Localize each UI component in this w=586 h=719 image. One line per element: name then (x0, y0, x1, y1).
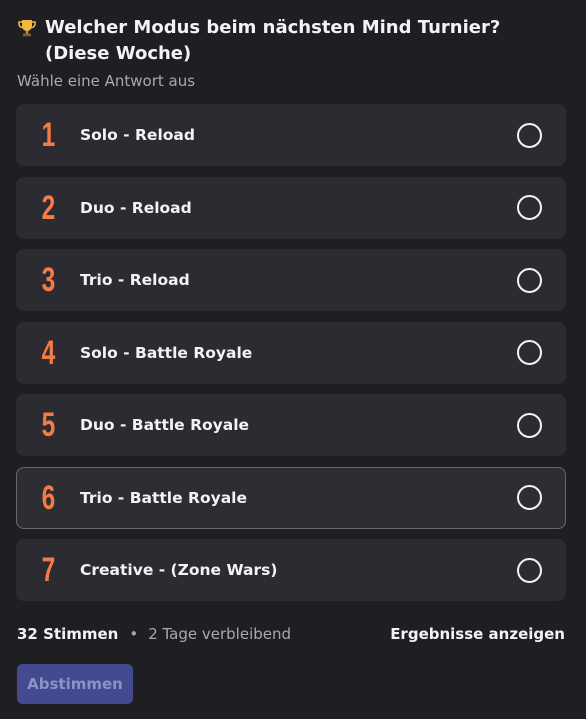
answer-number: 3 (41, 261, 56, 299)
answer-number: 2 (41, 188, 56, 227)
answer-option-5[interactable]: 5 Duo - Battle Royale (16, 394, 566, 456)
poll-question-text: Welcher Modus beim nächsten Mind Turnier… (45, 17, 501, 64)
radio-button[interactable] (517, 557, 542, 583)
poll-container: Welcher Modus beim nächsten Mind Turnier… (0, 0, 586, 719)
radio-button[interactable] (517, 267, 542, 293)
separator-dot: • (129, 625, 139, 643)
answer-number: 6 (41, 478, 56, 517)
radio-button[interactable] (517, 485, 542, 510)
time-remaining: 2 Tage verbleibend (148, 625, 292, 643)
poll-footer: 32 Stimmen • 2 Tage verbleibend Ergebnis… (17, 623, 565, 645)
answer-label: Duo - Battle Royale (80, 416, 250, 434)
show-results-link[interactable]: Ergebnisse anzeigen (390, 625, 565, 643)
answer-number: 4 (41, 333, 56, 372)
answer-option-1[interactable]: 1 Solo - Reload (16, 104, 566, 166)
answer-label: Solo - Reload (80, 126, 195, 144)
answer-option-7[interactable]: 7 Creative - (Zone Wars) (16, 539, 566, 601)
answer-option-3[interactable]: 3 Trio - Reload (16, 249, 566, 311)
radio-button[interactable] (517, 412, 542, 438)
answer-label: Creative - (Zone Wars) (80, 561, 278, 579)
trophy-icon (17, 18, 37, 38)
radio-button[interactable] (517, 340, 542, 365)
answer-list: 1 Solo - Reload 2 Duo - Reload 3 Trio - … (16, 104, 566, 612)
answer-label: Solo - Battle Royale (80, 343, 253, 362)
poll-subtitle: Wähle eine Antwort aus (17, 72, 196, 90)
radio-button[interactable] (517, 122, 542, 148)
vote-count: 32 Stimmen (17, 625, 119, 643)
answer-label: Trio - Battle Royale (80, 488, 247, 507)
answer-number: 7 (41, 551, 56, 589)
answer-number: 1 (41, 116, 56, 154)
answer-number: 5 (41, 406, 56, 444)
radio-button[interactable] (517, 195, 542, 220)
answer-option-4[interactable]: 4 Solo - Battle Royale (16, 321, 566, 384)
answer-label: Trio - Reload (80, 271, 190, 289)
poll-question: Welcher Modus beim nächsten Mind Turnier… (17, 15, 557, 67)
answer-label: Duo - Reload (80, 198, 192, 217)
vote-button[interactable]: Abstimmen (17, 664, 133, 704)
answer-option-6[interactable]: 6 Trio - Battle Royale (16, 466, 566, 529)
answer-option-2[interactable]: 2 Duo - Reload (16, 176, 566, 239)
